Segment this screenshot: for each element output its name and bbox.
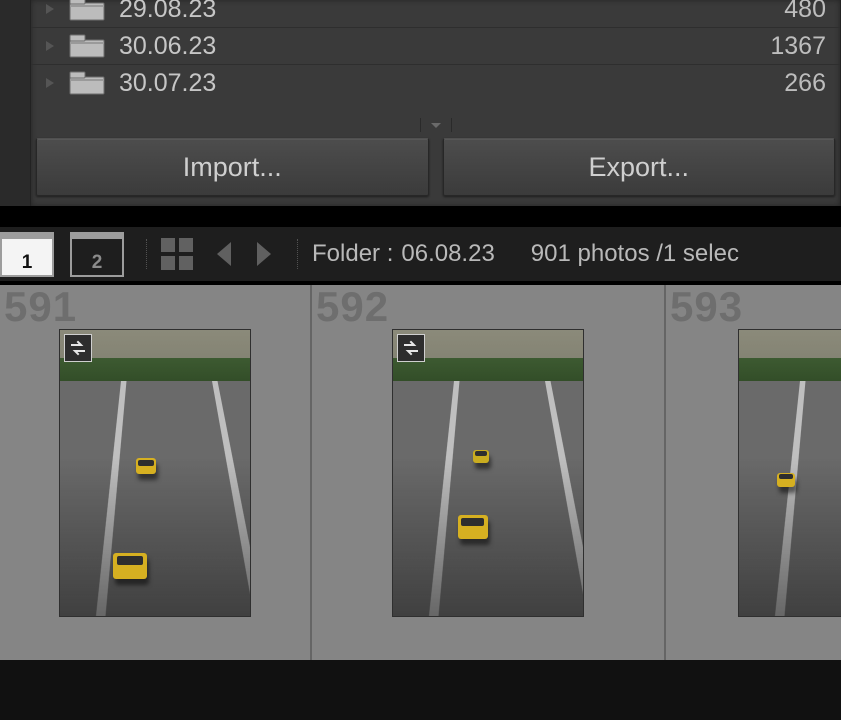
folder-icon: [69, 0, 119, 21]
divider: [297, 239, 298, 269]
grid-view-icon[interactable]: [161, 238, 193, 270]
thumbnail-image: [739, 330, 841, 616]
thumbnail-image: [60, 330, 250, 616]
secondary-window-number: 2: [92, 252, 103, 274]
import-export-row: Import... Export...: [30, 138, 841, 196]
folder-row[interactable]: 29.08.23 480: [31, 0, 840, 27]
export-button-label: Export...: [588, 152, 689, 183]
folder-name: 29.08.23: [119, 0, 784, 24]
sync-badge-icon: [397, 334, 425, 362]
folder-row[interactable]: 30.07.23 266: [31, 64, 840, 101]
primary-window-number: 1: [22, 252, 33, 274]
filmstrip-cell[interactable]: 593: [664, 285, 841, 660]
disclosure-triangle-icon[interactable]: [31, 77, 69, 89]
filmstrip-cell[interactable]: 592: [310, 285, 664, 660]
breadcrumb-folder: 06.08.23: [401, 240, 494, 268]
thumbnail[interactable]: [392, 329, 584, 617]
filmstrip-cell[interactable]: 591: [0, 285, 310, 660]
folder-count: 266: [784, 69, 826, 98]
breadcrumb-prefix: Folder :: [312, 240, 393, 268]
folder-name: 30.07.23: [119, 69, 784, 98]
primary-window-toggle[interactable]: 1: [0, 232, 54, 277]
folder-icon: [69, 34, 119, 58]
bottom-bar: [0, 660, 841, 720]
folder-row[interactable]: 30.06.23 1367: [31, 27, 840, 64]
import-button-label: Import...: [183, 152, 282, 183]
selection-status: 901 photos /1 selec: [531, 240, 739, 268]
left-gutter: [0, 0, 30, 206]
sync-badge-icon: [64, 334, 92, 362]
import-button[interactable]: Import...: [36, 138, 429, 196]
folder-count: 1367: [770, 32, 826, 61]
disclosure-triangle-icon[interactable]: [31, 3, 69, 15]
nav-forward-icon[interactable]: [253, 239, 273, 269]
export-button[interactable]: Export...: [443, 138, 836, 196]
filmstrip-toolbar: 1 2 Folder : 06.08.23 901 photos /1 sele…: [0, 227, 841, 281]
divider: [146, 239, 147, 269]
thumbnail-image: [393, 330, 583, 616]
folder-icon: [69, 71, 119, 95]
secondary-window-toggle[interactable]: 2: [70, 232, 124, 277]
folder-count: 480: [784, 0, 826, 24]
nav-back-icon[interactable]: [213, 239, 233, 269]
thumbnail[interactable]: [738, 329, 841, 617]
panel-collapse-handle[interactable]: [420, 118, 452, 132]
disclosure-triangle-icon[interactable]: [31, 40, 69, 52]
breadcrumb[interactable]: Folder : 06.08.23: [312, 227, 495, 281]
thumbnail[interactable]: [59, 329, 251, 617]
filmstrip[interactable]: 591 592: [0, 285, 841, 660]
folder-name: 30.06.23: [119, 32, 770, 61]
